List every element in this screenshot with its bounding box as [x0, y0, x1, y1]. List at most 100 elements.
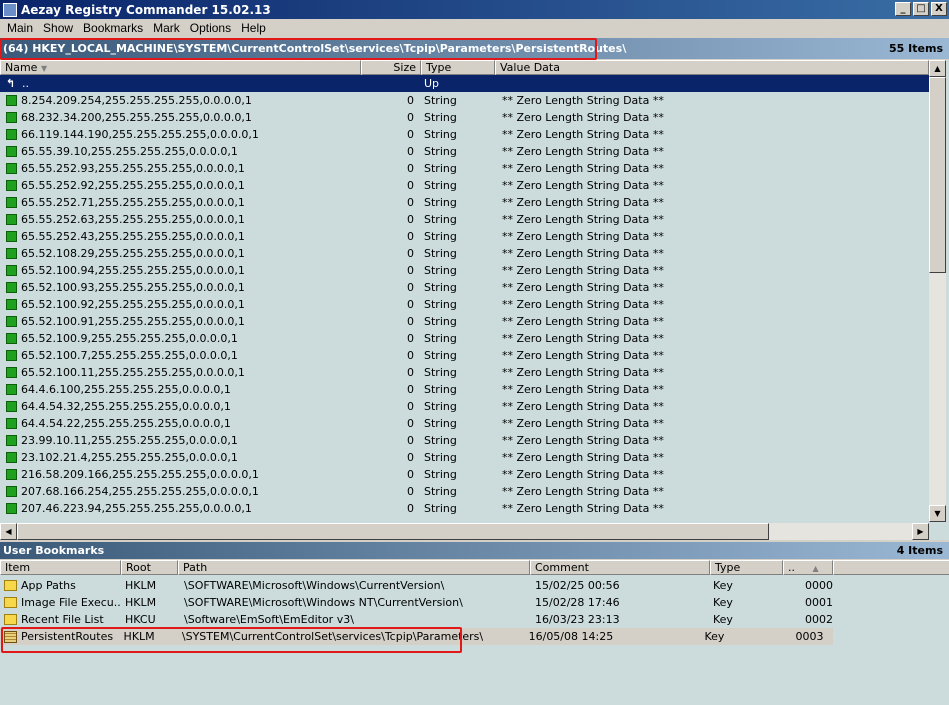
maximize-button[interactable]: □: [913, 2, 929, 16]
close-button[interactable]: X: [931, 2, 947, 16]
table-row[interactable]: 8.254.209.254,255.255.255.255,0.0.0.0,1 0…: [0, 92, 929, 109]
column-value-data[interactable]: Value Data: [495, 60, 929, 75]
table-row[interactable]: 66.119.144.190,255.255.255.255,0.0.0.0,1…: [0, 126, 929, 143]
list-vertical-scrollbar[interactable]: ▲ ▼: [929, 60, 946, 522]
value-data: ** Zero Length String Data **: [502, 315, 664, 328]
value-name: 65.52.100.92,255.255.255.255,0.0.0.0,1: [21, 298, 245, 311]
value-size: 0: [407, 264, 414, 277]
bookmark-type: Key: [704, 630, 725, 643]
table-row[interactable]: 65.55.252.63,255.255.255.255,0.0.0.0,1 0 S…: [0, 211, 929, 228]
up-row[interactable]: ↰ .. Up: [0, 75, 929, 92]
table-row[interactable]: 65.52.100.11,255.255.255.255,0.0.0.0,1 0 S…: [0, 364, 929, 381]
table-row[interactable]: 64.4.54.32,255.255.255.255,0.0.0.0,1 0 Str…: [0, 398, 929, 415]
table-row[interactable]: 65.52.100.91,255.255.255.255,0.0.0.0,1 0 S…: [0, 313, 929, 330]
string-value-icon: [6, 265, 17, 276]
menu-mark[interactable]: Mark: [148, 21, 185, 35]
value-size: 0: [407, 451, 414, 464]
bm-column-num[interactable]: .. ▲: [783, 560, 833, 575]
menu-show[interactable]: Show: [38, 21, 78, 35]
value-size: 0: [407, 366, 414, 379]
value-name: 66.119.144.190,255.255.255.255,0.0.0.0,1: [21, 128, 259, 141]
value-name: 207.46.223.94,255.255.255.255,0.0.0.0,1: [21, 502, 252, 515]
value-size: 0: [407, 111, 414, 124]
minimize-button[interactable]: _: [895, 2, 911, 16]
value-name: 64.4.54.32,255.255.255.255,0.0.0.0,1: [21, 400, 231, 413]
list-header: Name ▼ Size Type Value Data: [0, 60, 929, 75]
bookmark-item: Recent File List: [21, 613, 104, 626]
column-name-label: Name: [5, 61, 38, 74]
scroll-up-button[interactable]: ▲: [929, 60, 946, 77]
table-row[interactable]: 65.55.252.92,255.255.255.255,0.0.0.0,1 0 S…: [0, 177, 929, 194]
menu-options[interactable]: Options: [185, 21, 236, 35]
value-data: ** Zero Length String Data **: [502, 196, 664, 209]
table-row[interactable]: 65.55.252.43,255.255.255.255,0.0.0.0,1 0 S…: [0, 228, 929, 245]
name-cell: 65.52.100.11,255.255.255.255,0.0.0.0,1: [0, 366, 361, 379]
value-type: String: [424, 196, 457, 209]
column-size[interactable]: Size: [361, 60, 421, 75]
bm-column-item[interactable]: Item: [0, 560, 121, 575]
string-value-icon: [6, 452, 17, 463]
name-cell: 65.52.100.91,255.255.255.255,0.0.0.0,1: [0, 315, 361, 328]
bookmark-path: \Software\EmSoft\EmEditor v3\: [184, 613, 354, 626]
bookmarks-list-header: Item Root Path Comment Type .. ▲: [0, 560, 949, 575]
name-cell: 65.52.100.92,255.255.255.255,0.0.0.0,1: [0, 298, 361, 311]
table-row[interactable]: 65.55.39.10,255.255.255.255,0.0.0.0,1 0 St…: [0, 143, 929, 160]
scroll-down-button[interactable]: ▼: [929, 505, 946, 522]
bm-column-comment[interactable]: Comment: [530, 560, 710, 575]
table-row[interactable]: 23.102.21.4,255.255.255.255,0.0.0.0,1 0 St…: [0, 449, 929, 466]
value-data: ** Zero Length String Data **: [502, 247, 664, 260]
menu-help[interactable]: Help: [236, 21, 271, 35]
table-row[interactable]: 216.58.209.166,255.255.255.255,0.0.0.0,1…: [0, 466, 929, 483]
column-name[interactable]: Name ▼: [0, 60, 361, 75]
menu-bar: Main Show Bookmarks Mark Options Help: [0, 19, 949, 37]
table-row[interactable]: 64.4.6.100,255.255.255.255,0.0.0.0,1 0 Str…: [0, 381, 929, 398]
string-value-icon: [6, 316, 17, 327]
table-row[interactable]: 65.52.100.9,255.255.255.255,0.0.0.0,1 0 St…: [0, 330, 929, 347]
bm-column-type[interactable]: Type: [710, 560, 783, 575]
bookmark-row[interactable]: Image File Execu... HKLM \SOFTWARE\Microso…: [0, 594, 843, 611]
bookmark-row[interactable]: App Paths HKLM \SOFTWARE\Microsoft\Windows…: [0, 577, 843, 594]
value-type: String: [424, 94, 457, 107]
scroll-left-button[interactable]: ◀: [0, 523, 17, 540]
string-value-icon: [6, 333, 17, 344]
table-row[interactable]: 65.52.100.94,255.255.255.255,0.0.0.0,1 0 S…: [0, 262, 929, 279]
value-data: ** Zero Length String Data **: [502, 332, 664, 345]
name-cell: 65.52.100.9,255.255.255.255,0.0.0.0,1: [0, 332, 361, 345]
value-size: 0: [407, 383, 414, 396]
table-row[interactable]: 65.52.100.7,255.255.255.255,0.0.0.0,1 0 St…: [0, 347, 929, 364]
table-row[interactable]: 207.46.223.94,255.255.255.255,0.0.0.0,1 0…: [0, 500, 929, 517]
table-row[interactable]: 64.4.54.22,255.255.255.255,0.0.0.0,1 0 Str…: [0, 415, 929, 432]
values-list[interactable]: Name ▼ Size Type Value Data ↰ .. Up 8.25…: [0, 60, 949, 540]
table-row[interactable]: 207.68.166.254,255.255.255.255,0.0.0.0,1…: [0, 483, 929, 500]
value-data: ** Zero Length String Data **: [502, 451, 664, 464]
table-row[interactable]: 65.55.252.71,255.255.255.255,0.0.0.0,1 0 S…: [0, 194, 929, 211]
string-value-icon: [6, 469, 17, 480]
value-size: 0: [407, 434, 414, 447]
value-name: 65.52.100.94,255.255.255.255,0.0.0.0,1: [21, 264, 245, 277]
value-type: String: [424, 111, 457, 124]
value-data: ** Zero Length String Data **: [502, 434, 664, 447]
table-row[interactable]: 65.52.100.93,255.255.255.255,0.0.0.0,1 0 S…: [0, 279, 929, 296]
name-cell: 65.52.100.7,255.255.255.255,0.0.0.0,1: [0, 349, 361, 362]
value-type: String: [424, 417, 457, 430]
table-row[interactable]: 65.55.252.93,255.255.255.255,0.0.0.0,1 0 S…: [0, 160, 929, 177]
bm-column-path[interactable]: Path: [178, 560, 530, 575]
menu-bookmarks[interactable]: Bookmarks: [78, 21, 148, 35]
menu-main[interactable]: Main: [2, 21, 38, 35]
scroll-thumb[interactable]: [929, 77, 946, 273]
table-row[interactable]: 65.52.100.92,255.255.255.255,0.0.0.0,1 0 S…: [0, 296, 929, 313]
list-horizontal-scrollbar[interactable]: ◀ ▶: [0, 523, 929, 540]
value-data: ** Zero Length String Data **: [502, 145, 664, 158]
hscroll-thumb[interactable]: [17, 523, 769, 540]
bm-column-root[interactable]: Root: [121, 560, 178, 575]
bookmarks-title: User Bookmarks: [3, 544, 105, 557]
value-name: 65.55.252.71,255.255.255.255,0.0.0.0,1: [21, 196, 245, 209]
bookmark-row[interactable]: Recent File List HKCU \Software\EmSoft\EmE…: [0, 611, 843, 628]
table-row[interactable]: 65.52.108.29,255.255.255.255,0.0.0.0,1 0 S…: [0, 245, 929, 262]
name-cell: 65.55.252.71,255.255.255.255,0.0.0.0,1: [0, 196, 361, 209]
table-row[interactable]: 68.232.34.200,255.255.255.255,0.0.0.0,1 0…: [0, 109, 929, 126]
column-type[interactable]: Type: [421, 60, 495, 75]
value-size: 0: [407, 196, 414, 209]
scroll-right-button[interactable]: ▶: [912, 523, 929, 540]
table-row[interactable]: 23.99.10.11,255.255.255.255,0.0.0.0,1 0 St…: [0, 432, 929, 449]
